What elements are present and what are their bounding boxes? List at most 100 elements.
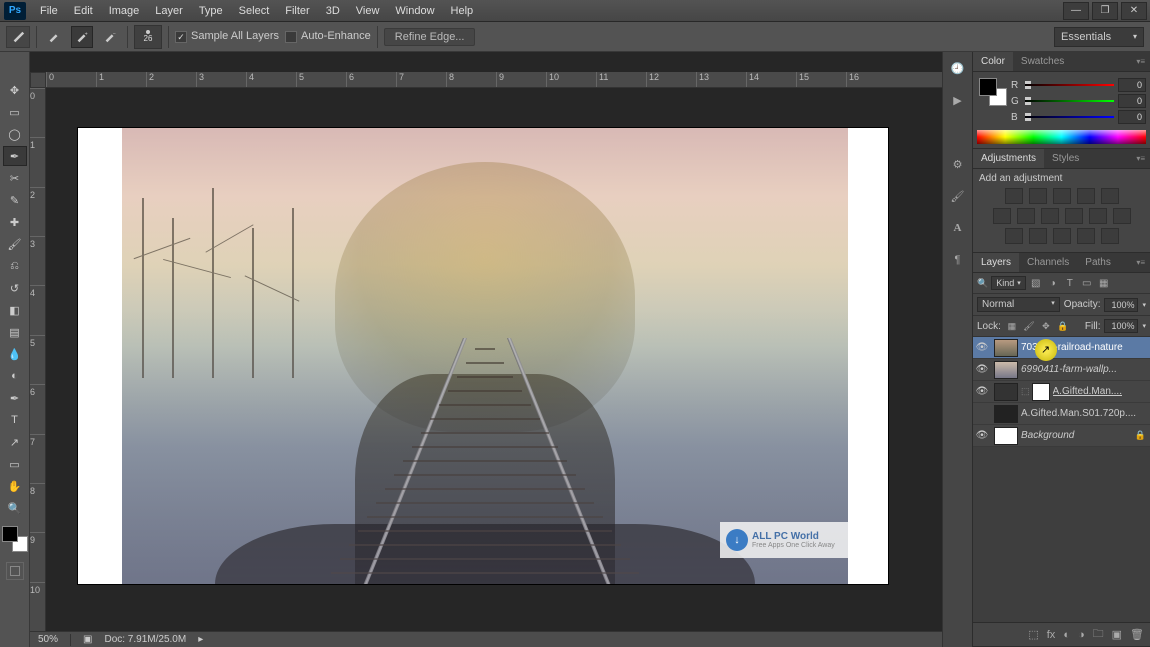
status-preview-icon[interactable]: ▣ bbox=[83, 634, 92, 645]
maximize-button[interactable]: ❐ bbox=[1092, 2, 1118, 20]
eraser-tool[interactable]: ◧ bbox=[3, 300, 27, 320]
layer-thumbnail[interactable] bbox=[994, 361, 1018, 379]
tab-styles[interactable]: Styles bbox=[1044, 149, 1087, 168]
green-value[interactable]: 0 bbox=[1118, 94, 1146, 108]
hue-adj-icon[interactable] bbox=[993, 208, 1011, 224]
blur-tool[interactable]: 💧 bbox=[3, 344, 27, 364]
photofilter-adj-icon[interactable] bbox=[1065, 208, 1083, 224]
layer-name[interactable]: Background bbox=[1021, 430, 1135, 441]
history-brush-tool[interactable]: ↺ bbox=[3, 278, 27, 298]
tab-color[interactable]: Color bbox=[973, 52, 1013, 71]
threshold-adj-icon[interactable] bbox=[1053, 228, 1071, 244]
new-group-icon[interactable]: 🗀 bbox=[1093, 625, 1104, 644]
color-panel-menu-icon[interactable]: ▾≡ bbox=[1131, 52, 1150, 71]
crop-tool[interactable]: ✂ bbox=[3, 168, 27, 188]
new-selection-button[interactable] bbox=[43, 26, 65, 48]
curves-adj-icon[interactable] bbox=[1053, 188, 1071, 204]
red-slider[interactable] bbox=[1025, 81, 1114, 89]
actions-panel-icon[interactable]: ▶ bbox=[948, 90, 968, 110]
visibility-toggle[interactable]: 👁 bbox=[973, 386, 991, 397]
layer-name[interactable]: 703992-railroad-nature bbox=[1021, 342, 1146, 353]
lock-transparency-icon[interactable]: ▦ bbox=[1005, 319, 1019, 333]
visibility-toggle[interactable]: 👁 bbox=[973, 342, 991, 353]
fill-input[interactable]: 100% bbox=[1104, 319, 1138, 333]
menu-edit[interactable]: Edit bbox=[66, 0, 101, 22]
color-fg-bg[interactable] bbox=[979, 78, 1007, 106]
tab-layers[interactable]: Layers bbox=[973, 253, 1019, 272]
layer-row[interactable]: 👁⬚A.Gifted.Man.... bbox=[973, 381, 1150, 403]
path-tool[interactable]: ↗ bbox=[3, 432, 27, 452]
hand-tool[interactable]: ✋ bbox=[3, 476, 27, 496]
layer-thumbnail[interactable] bbox=[994, 339, 1018, 357]
adjustments-panel-menu-icon[interactable]: ▾≡ bbox=[1131, 149, 1150, 168]
ruler-origin[interactable] bbox=[30, 72, 46, 88]
menu-help[interactable]: Help bbox=[443, 0, 482, 22]
add-mask-icon[interactable]: ◐ bbox=[1063, 629, 1070, 641]
marquee-tool[interactable]: ▭ bbox=[3, 102, 27, 122]
layer-thumbnail[interactable] bbox=[994, 405, 1018, 423]
menu-file[interactable]: File bbox=[32, 0, 66, 22]
filter-shape-icon[interactable]: ▭ bbox=[1080, 276, 1094, 290]
new-layer-icon[interactable]: ▣ bbox=[1112, 628, 1122, 641]
layer-filter-kind[interactable]: Kind bbox=[991, 276, 1026, 290]
layer-name[interactable]: A.Gifted.Man.... bbox=[1053, 386, 1146, 397]
blue-slider[interactable] bbox=[1025, 113, 1114, 121]
menu-window[interactable]: Window bbox=[387, 0, 442, 22]
workspace-switcher[interactable]: Essentials bbox=[1054, 27, 1144, 47]
layer-thumbnail[interactable] bbox=[994, 383, 1018, 401]
layer-effects-icon[interactable]: fx bbox=[1047, 629, 1056, 641]
minimize-button[interactable]: — bbox=[1063, 2, 1089, 20]
close-button[interactable]: ✕ bbox=[1121, 2, 1147, 20]
channelmixer-adj-icon[interactable] bbox=[1089, 208, 1107, 224]
auto-enhance-checkbox[interactable]: Auto-Enhance bbox=[285, 30, 371, 42]
red-value[interactable]: 0 bbox=[1118, 78, 1146, 92]
menu-view[interactable]: View bbox=[348, 0, 388, 22]
menu-layer[interactable]: Layer bbox=[147, 0, 191, 22]
properties-panel-icon[interactable]: ⚙ bbox=[948, 154, 968, 174]
layer-row[interactable]: 👁 703992-railroad-nature bbox=[973, 337, 1150, 359]
opacity-input[interactable]: 100% bbox=[1104, 298, 1138, 312]
filter-type-icon[interactable]: T bbox=[1063, 276, 1077, 290]
menu-image[interactable]: Image bbox=[101, 0, 148, 22]
gradientmap-adj-icon[interactable] bbox=[1077, 228, 1095, 244]
type-tool[interactable]: T bbox=[3, 410, 27, 430]
green-slider[interactable] bbox=[1025, 97, 1114, 105]
eyedropper-tool[interactable]: ✎ bbox=[3, 190, 27, 210]
lasso-tool[interactable]: ◯ bbox=[3, 124, 27, 144]
paragraph-panel-icon[interactable]: ¶ bbox=[948, 250, 968, 270]
tab-paths[interactable]: Paths bbox=[1077, 253, 1119, 272]
layers-panel-menu-icon[interactable]: ▾≡ bbox=[1131, 253, 1150, 272]
menu-select[interactable]: Select bbox=[231, 0, 278, 22]
selectivecolor-adj-icon[interactable] bbox=[1101, 228, 1119, 244]
filter-pixel-icon[interactable]: ▧ bbox=[1029, 276, 1043, 290]
foreground-background-colors[interactable] bbox=[2, 526, 28, 552]
color-spectrum[interactable] bbox=[977, 130, 1146, 144]
healing-tool[interactable]: ✚ bbox=[3, 212, 27, 232]
vibrance-adj-icon[interactable] bbox=[1101, 188, 1119, 204]
move-tool[interactable]: ✥ bbox=[3, 80, 27, 100]
zoom-tool[interactable]: 🔍 bbox=[3, 498, 27, 518]
exposure-adj-icon[interactable] bbox=[1077, 188, 1095, 204]
layer-row[interactable]: 👁Background🔒 bbox=[973, 425, 1150, 447]
new-fill-adj-icon[interactable]: ◑ bbox=[1078, 629, 1085, 641]
tab-channels[interactable]: Channels bbox=[1019, 253, 1077, 272]
quick-mask-toggle[interactable] bbox=[6, 562, 24, 580]
pen-tool[interactable]: ✒ bbox=[3, 388, 27, 408]
visibility-toggle[interactable]: 👁 bbox=[973, 430, 991, 441]
layer-mask-thumbnail[interactable] bbox=[1032, 383, 1050, 401]
stamp-tool[interactable]: ⎌ bbox=[3, 256, 27, 276]
refine-edge-button[interactable]: Refine Edge... bbox=[384, 28, 476, 46]
posterize-adj-icon[interactable] bbox=[1029, 228, 1047, 244]
vertical-ruler[interactable]: 012345678910 bbox=[30, 88, 46, 631]
link-layers-icon[interactable]: ⬚ bbox=[1028, 628, 1038, 641]
document-canvas[interactable]: ALL PC World Free Apps One Click Away bbox=[78, 128, 888, 584]
add-selection-button[interactable]: + bbox=[71, 26, 93, 48]
character-panel-icon[interactable]: A bbox=[948, 218, 968, 238]
brush-tool[interactable]: 🖌 bbox=[3, 234, 27, 254]
levels-adj-icon[interactable] bbox=[1029, 188, 1047, 204]
menu-filter[interactable]: Filter bbox=[277, 0, 317, 22]
brushes-panel-icon[interactable]: 🖌 bbox=[948, 186, 968, 206]
zoom-level[interactable]: 50% bbox=[38, 634, 58, 645]
shape-tool[interactable]: ▭ bbox=[3, 454, 27, 474]
lock-pixels-icon[interactable]: 🖌 bbox=[1022, 319, 1036, 333]
